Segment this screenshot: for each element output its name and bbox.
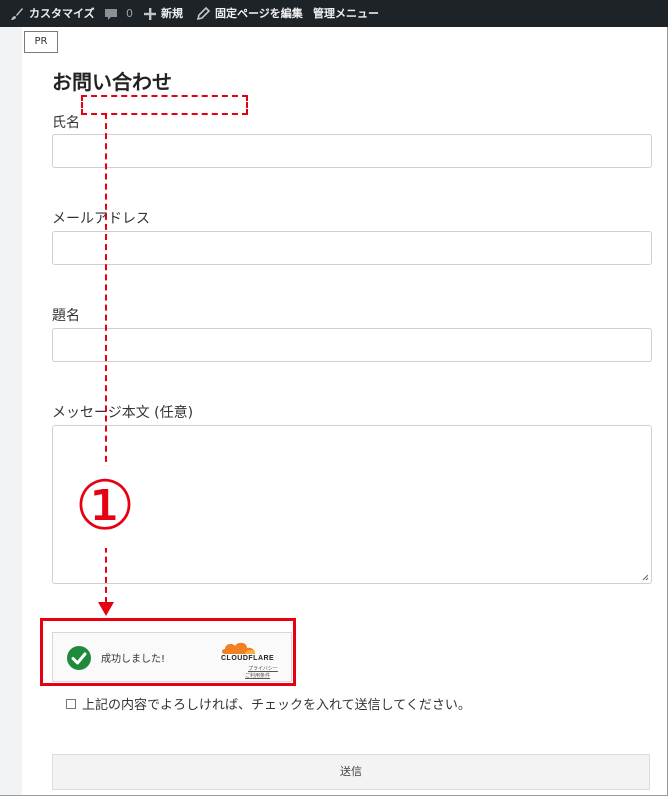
annotation-arrow-head <box>98 602 114 616</box>
admin-bar-comments[interactable]: 0 <box>104 0 133 27</box>
new-label: 新規 <box>161 7 183 20</box>
admin-bar-edit-page[interactable]: 固定ページを編集 <box>197 0 303 27</box>
pencil-icon <box>197 7 210 20</box>
agree-row[interactable]: 上記の内容でよろしければ、チェックを入れて送信してください。 <box>66 694 471 713</box>
plus-icon <box>144 7 156 20</box>
resize-grip-icon[interactable] <box>641 573 649 581</box>
email-input[interactable] <box>52 231 652 265</box>
name-label: 氏名 <box>52 115 80 131</box>
customize-label: カスタマイズ <box>29 7 95 20</box>
admin-menu-label: 管理メニュー <box>313 7 379 20</box>
admin-bar-admin-menu[interactable]: 管理メニュー <box>313 0 379 27</box>
admin-bar-customize[interactable]: カスタマイズ <box>10 0 95 27</box>
page-title: お問い合わせ <box>52 70 172 94</box>
email-label: メールアドレス <box>52 211 150 227</box>
admin-bar-new[interactable]: 新規 <box>144 0 183 27</box>
agree-checkbox[interactable] <box>66 698 76 709</box>
submit-button[interactable]: 送信 <box>52 754 650 790</box>
comment-icon <box>105 8 117 20</box>
brush-icon <box>11 7 23 20</box>
left-gutter <box>0 27 22 796</box>
comment-count: 0 <box>126 7 133 20</box>
subject-label: 題名 <box>52 308 80 324</box>
admin-bar: カスタマイズ 0 新規 固定ページを編集 管理メニュー <box>0 0 668 27</box>
message-label: メッセージ本文 (任意) <box>52 405 194 421</box>
annotation-highlight-box <box>40 618 296 686</box>
annotation-step-number: ① <box>64 466 146 548</box>
name-input[interactable] <box>52 134 652 168</box>
subject-input[interactable] <box>52 328 652 362</box>
agree-label: 上記の内容でよろしければ、チェックを入れて送信してください。 <box>82 698 471 713</box>
annotation-dashed-box <box>81 95 248 115</box>
pr-badge: PR <box>24 31 58 53</box>
edit-page-label: 固定ページを編集 <box>215 7 303 20</box>
